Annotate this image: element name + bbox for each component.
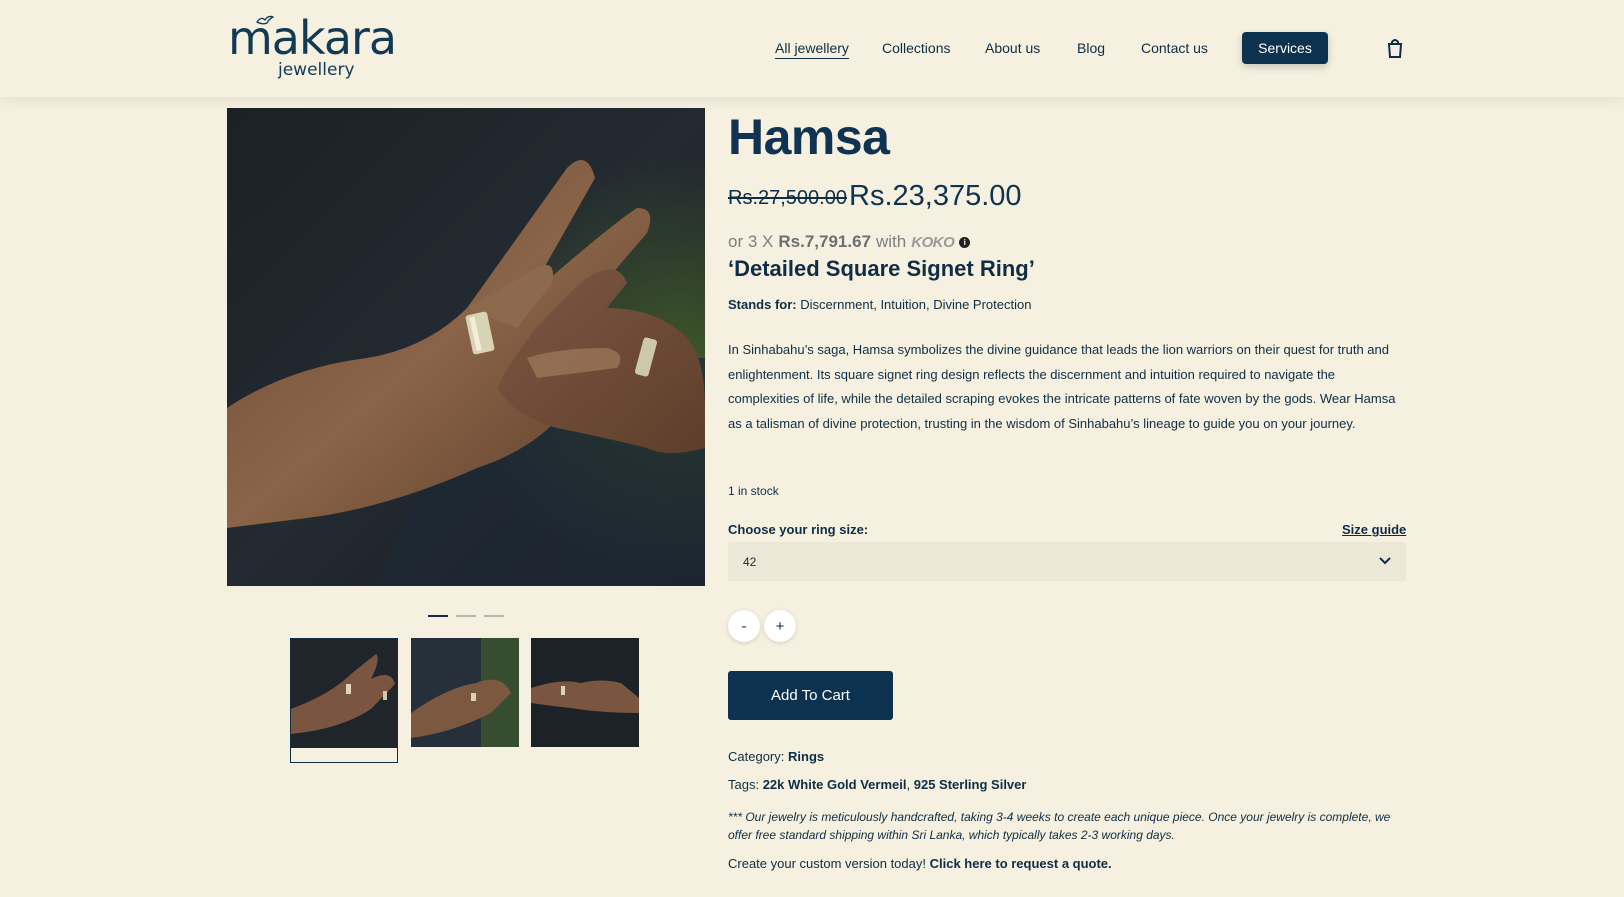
thumbnail-image-2 bbox=[411, 638, 519, 747]
brand-logo[interactable]: makara jewellery bbox=[228, 12, 403, 82]
ring-size-label: Choose your ring size: bbox=[728, 522, 869, 537]
nav-about-us[interactable]: About us bbox=[985, 40, 1040, 56]
logo-wordmark: makara bbox=[228, 11, 397, 65]
original-price: Rs.27,500.00 bbox=[728, 187, 847, 209]
gallery-pagination bbox=[428, 615, 504, 617]
logo-subtitle: jewellery bbox=[278, 60, 355, 80]
stands-for: Stands for: Discernment, Intuition, Divi… bbox=[728, 297, 1031, 312]
installment-amount: Rs.7,791.67 bbox=[778, 232, 871, 251]
nav-blog[interactable]: Blog bbox=[1077, 40, 1105, 56]
gallery-dot-2[interactable] bbox=[456, 615, 476, 617]
installment-with: with bbox=[876, 232, 907, 251]
stands-for-value: Discernment, Intuition, Divine Protectio… bbox=[800, 297, 1032, 312]
product-main-image[interactable] bbox=[227, 108, 705, 586]
product-tags: Tags: 22k White Gold Vermeil, 925 Sterli… bbox=[728, 777, 1026, 792]
tag-link-2[interactable]: 925 Sterling Silver bbox=[914, 777, 1027, 792]
site-header: makara jewellery All jewellery Collectio… bbox=[0, 0, 1624, 97]
info-icon[interactable]: i bbox=[959, 236, 971, 248]
installment-prefix: or 3 X bbox=[728, 232, 774, 251]
add-to-cart-button[interactable]: Add To Cart bbox=[728, 671, 893, 720]
product-description: In Sinhabahu’s saga, Hamsa symbolizes th… bbox=[728, 342, 1396, 431]
stock-status: 1 in stock bbox=[728, 484, 779, 498]
ring-size-select[interactable]: 42 bbox=[728, 542, 1406, 581]
ring-size-value: 42 bbox=[743, 554, 757, 569]
thumbnail-1[interactable] bbox=[290, 638, 398, 763]
thumbnail-3[interactable] bbox=[531, 638, 639, 747]
thumbnail-2[interactable] bbox=[411, 638, 519, 747]
custom-quote: Create your custom version today! Click … bbox=[728, 856, 1112, 871]
shopping-bag-icon[interactable] bbox=[1386, 38, 1404, 58]
custom-quote-text: Create your custom version today! bbox=[728, 856, 926, 871]
product-subtitle: ‘Detailed Square Signet Ring’ bbox=[728, 256, 1035, 281]
thumbnail-image-3 bbox=[531, 638, 639, 747]
product-title: Hamsa bbox=[728, 109, 890, 165]
nav-all-jewellery[interactable]: All jewellery bbox=[775, 40, 849, 59]
request-quote-link[interactable]: Click here to request a quote. bbox=[930, 856, 1112, 871]
hands-ring-photo bbox=[227, 108, 705, 586]
tags-label: Tags: bbox=[728, 777, 760, 792]
product-category: Category: Rings bbox=[728, 749, 824, 764]
thumbnail-image-1 bbox=[291, 639, 397, 748]
size-guide-link[interactable]: Size guide bbox=[1342, 522, 1406, 537]
services-button[interactable]: Services bbox=[1242, 32, 1328, 64]
quantity-increase-button[interactable]: + bbox=[764, 610, 796, 642]
sale-price: Rs.23,375.00 bbox=[849, 180, 1022, 212]
chevron-down-icon bbox=[1379, 557, 1391, 565]
quantity-decrease-button[interactable]: - bbox=[728, 610, 760, 642]
nav-contact-us[interactable]: Contact us bbox=[1141, 40, 1208, 56]
koko-logo: KOKO bbox=[911, 233, 955, 251]
installment-offer: or 3 X Rs.7,791.67 with KOKO i bbox=[728, 232, 971, 252]
shipping-note: *** Our jewelry is meticulously handcraf… bbox=[728, 810, 1391, 842]
gallery-dot-1[interactable] bbox=[428, 615, 448, 617]
category-link[interactable]: Rings bbox=[788, 749, 824, 764]
tag-separator: , bbox=[906, 777, 911, 792]
gallery-dot-3[interactable] bbox=[484, 615, 504, 617]
tag-link-1[interactable]: 22k White Gold Vermeil bbox=[763, 777, 907, 792]
category-label: Category: bbox=[728, 749, 785, 764]
nav-collections[interactable]: Collections bbox=[882, 40, 950, 56]
stands-for-label: Stands for: bbox=[728, 297, 797, 312]
